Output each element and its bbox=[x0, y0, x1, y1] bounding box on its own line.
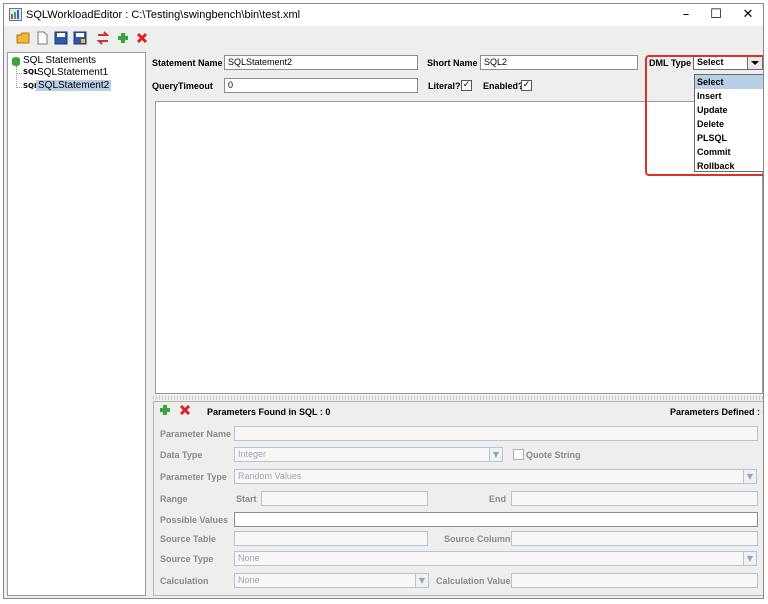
splitter[interactable] bbox=[153, 396, 763, 400]
tree-item-sqlstatement1[interactable]: SQLStatement1 bbox=[37, 67, 108, 78]
source-column-input[interactable] bbox=[511, 531, 758, 546]
parameter-name-input[interactable] bbox=[234, 426, 758, 441]
source-table-label: Source Table bbox=[160, 534, 216, 544]
open-folder-icon[interactable] bbox=[16, 31, 30, 45]
calculation-value-input[interactable] bbox=[511, 573, 758, 588]
add-icon[interactable] bbox=[116, 31, 130, 45]
source-type-label: Source Type bbox=[160, 554, 214, 564]
enabled-label: Enabled? bbox=[483, 81, 524, 91]
swap-icon[interactable] bbox=[96, 31, 110, 45]
chevron-down-icon[interactable]: ▼ bbox=[743, 469, 757, 484]
calculation-label: Calculation bbox=[160, 576, 209, 586]
tree-item-sqlstatement2[interactable]: SQLStatement2 bbox=[36, 80, 112, 91]
save-icon[interactable] bbox=[54, 31, 68, 45]
data-type-label: Data Type bbox=[160, 450, 203, 460]
app-icon bbox=[9, 8, 22, 21]
minimize-button[interactable]: – bbox=[672, 6, 700, 24]
enabled-checkbox[interactable]: ✓ bbox=[521, 80, 532, 91]
range-start-input[interactable] bbox=[261, 491, 428, 506]
range-end-input[interactable] bbox=[511, 491, 758, 506]
toolbar bbox=[4, 26, 763, 52]
calculation-value-label: Calculation Value bbox=[436, 576, 511, 586]
app-window: SQLWorkloadEditor : C:\Testing\swingbenc… bbox=[3, 3, 764, 599]
literal-checkbox[interactable]: ✓ bbox=[461, 80, 472, 91]
literal-label: Literal? bbox=[428, 81, 461, 91]
tree-connector bbox=[16, 66, 17, 88]
remove-parameter-icon[interactable] bbox=[179, 404, 191, 416]
quote-string-label: Quote String bbox=[526, 450, 581, 460]
maximize-button[interactable]: ☐ bbox=[702, 6, 730, 24]
source-column-label: Source Column bbox=[444, 534, 511, 544]
query-timeout-input[interactable]: 0 bbox=[224, 78, 418, 93]
parameters-found-label: Parameters Found in SQL : 0 bbox=[207, 407, 331, 417]
tree-connector bbox=[16, 87, 22, 88]
parameter-name-label: Parameter Name bbox=[160, 429, 232, 439]
calculation-select[interactable]: None bbox=[234, 573, 416, 588]
chevron-down-icon[interactable]: ▼ bbox=[415, 573, 429, 588]
title-bar: SQLWorkloadEditor : C:\Testing\swingbenc… bbox=[4, 4, 763, 26]
quote-string-checkbox[interactable] bbox=[513, 449, 524, 460]
short-name-label: Short Name bbox=[427, 58, 478, 68]
highlight-box bbox=[645, 55, 763, 176]
database-icon bbox=[11, 56, 21, 66]
range-label: Range bbox=[160, 494, 188, 504]
tree-connector bbox=[16, 73, 22, 74]
data-type-select[interactable]: Integer bbox=[234, 447, 490, 462]
statement-name-label: Statement Name bbox=[152, 58, 223, 68]
parameter-type-select[interactable]: Random Values bbox=[234, 469, 744, 484]
add-parameter-icon[interactable] bbox=[159, 404, 171, 416]
end-label: End bbox=[489, 494, 506, 504]
short-name-input[interactable]: SQL2 bbox=[480, 55, 638, 70]
start-label: Start bbox=[236, 494, 257, 504]
query-timeout-label: QueryTimeout bbox=[152, 81, 213, 91]
possible-values-label: Possible Values bbox=[160, 515, 229, 525]
close-button[interactable]: ✕ bbox=[734, 6, 762, 24]
chevron-down-icon[interactable]: ▼ bbox=[743, 551, 757, 566]
parameters-defined-label: Parameters Defined : 0 bbox=[670, 407, 764, 417]
chevron-down-icon[interactable]: ▼ bbox=[489, 447, 503, 462]
possible-values-input[interactable] bbox=[234, 512, 758, 527]
sql-tree: SQL Statements SQL SQLStatement1 SQL SQL… bbox=[7, 52, 146, 596]
tree-root-label[interactable]: SQL Statements bbox=[23, 55, 96, 66]
statement-name-input[interactable]: SQLStatement2 bbox=[224, 55, 418, 70]
window-title: SQLWorkloadEditor : C:\Testing\swingbenc… bbox=[26, 9, 301, 21]
source-table-input[interactable] bbox=[234, 531, 428, 546]
parameter-type-label: Parameter Type bbox=[160, 472, 227, 482]
source-type-select[interactable]: None bbox=[234, 551, 744, 566]
new-file-icon[interactable] bbox=[35, 31, 49, 45]
save-as-icon[interactable] bbox=[73, 31, 87, 45]
delete-icon[interactable] bbox=[135, 31, 149, 45]
